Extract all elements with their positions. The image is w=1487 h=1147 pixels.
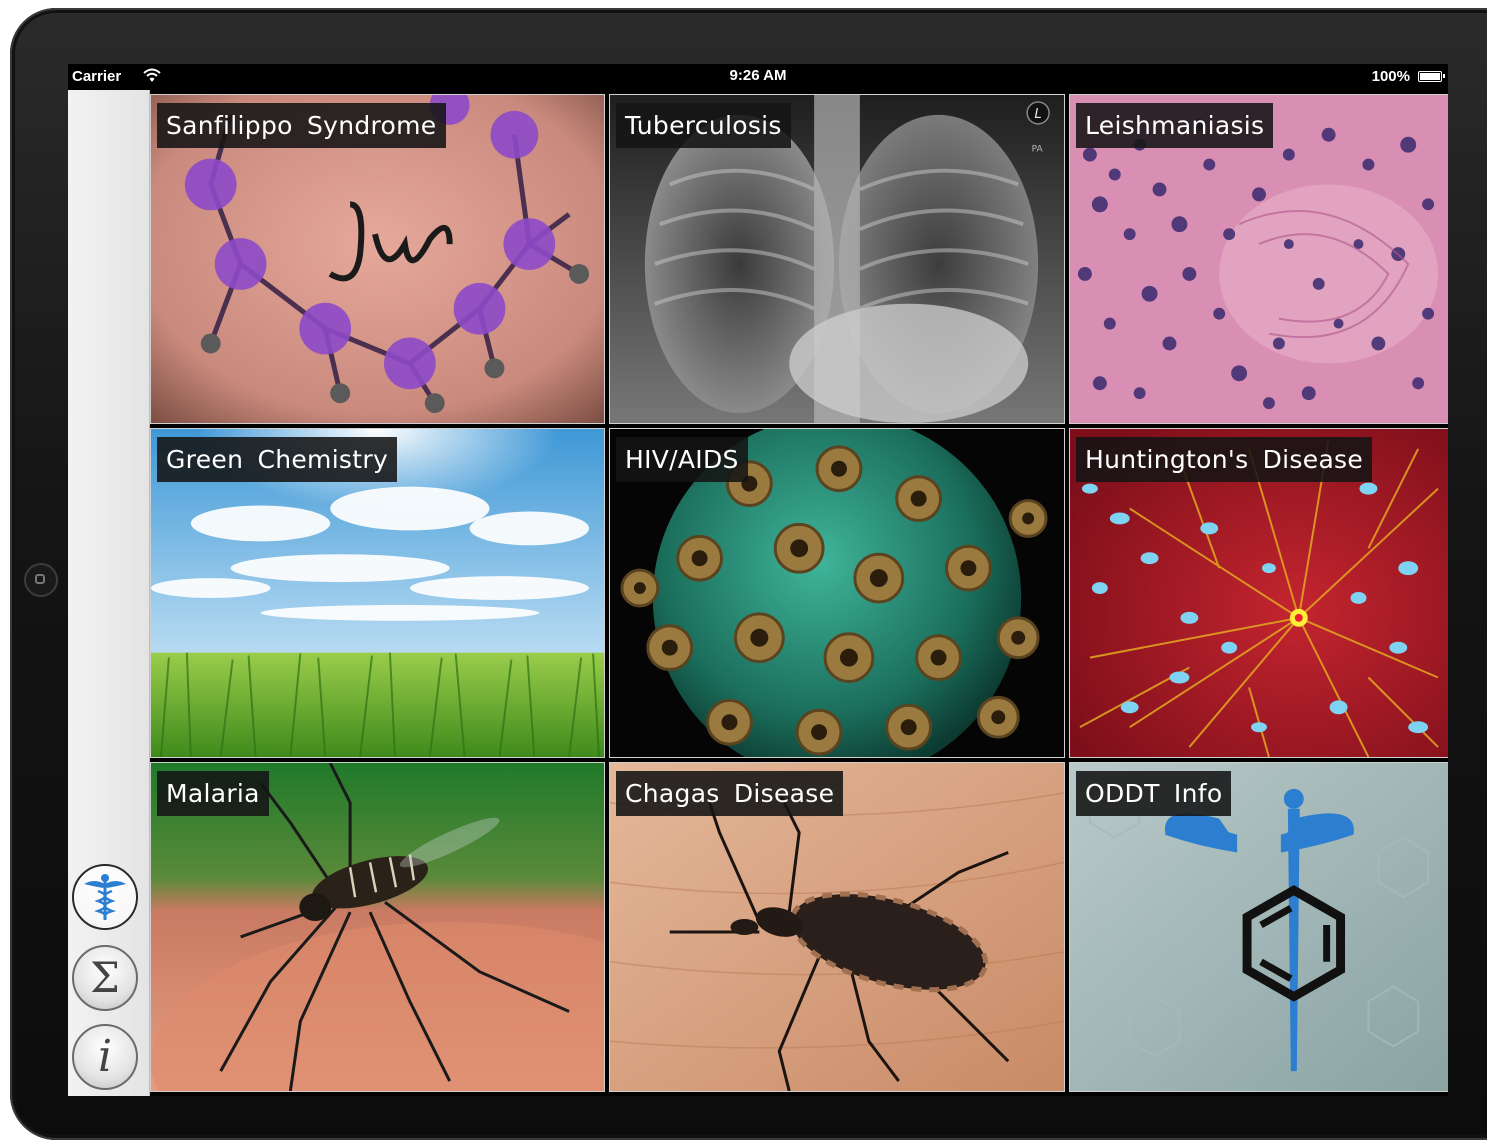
battery-icon: [1418, 71, 1445, 82]
tile-label: ODDT Info: [1076, 771, 1232, 816]
tile-label: Leishmaniasis: [1076, 103, 1274, 148]
tile-huntingtons-disease[interactable]: Huntington's Disease: [1069, 428, 1448, 758]
battery-percent: 100%: [1371, 68, 1410, 85]
info-icon: i: [97, 1031, 113, 1082]
tile-label: Chagas Disease: [616, 771, 844, 816]
screen: Carrier 9:26 AM 100% Σ i Sanfilippo Synd…: [68, 64, 1448, 1096]
xray-marker: L: [1035, 107, 1042, 122]
status-time: 9:26 AM: [729, 67, 787, 84]
tile-green-chemistry[interactable]: Green Chemistry: [150, 428, 605, 758]
topic-grid: Sanfilippo Syndrome L PA Tuberculosis Le…: [150, 94, 1448, 1094]
tile-label: HIV/AIDS: [616, 437, 748, 482]
sidebar: Σ i: [68, 90, 150, 1096]
tile-chagas-disease[interactable]: Chagas Disease: [609, 762, 1065, 1092]
sigma-icon: Σ: [90, 953, 120, 1002]
tile-label: Tuberculosis: [616, 103, 791, 148]
tile-oddt-info[interactable]: ODDT Info: [1069, 762, 1448, 1092]
tile-label: Sanfilippo Syndrome: [157, 103, 446, 148]
tile-tuberculosis[interactable]: L PA Tuberculosis: [609, 94, 1065, 424]
home-button[interactable]: [24, 563, 58, 597]
tile-label: Huntington's Disease: [1076, 437, 1373, 482]
info-button[interactable]: i: [72, 1024, 138, 1090]
tile-leishmaniasis[interactable]: Leishmaniasis: [1069, 94, 1448, 424]
caduceus-button[interactable]: [72, 864, 138, 930]
status-bar: Carrier 9:26 AM 100%: [68, 64, 1448, 90]
tile-hiv-aids[interactable]: HIV/AIDS: [609, 428, 1065, 758]
sigma-button[interactable]: Σ: [72, 945, 138, 1011]
tile-label: Malaria: [157, 771, 269, 816]
caduceus-icon: [84, 874, 126, 920]
tile-sanfilippo-syndrome[interactable]: Sanfilippo Syndrome: [150, 94, 605, 424]
xray-marker-sub: PA: [1032, 145, 1044, 155]
tile-label: Green Chemistry: [157, 437, 398, 482]
tile-malaria[interactable]: Malaria: [150, 762, 605, 1092]
